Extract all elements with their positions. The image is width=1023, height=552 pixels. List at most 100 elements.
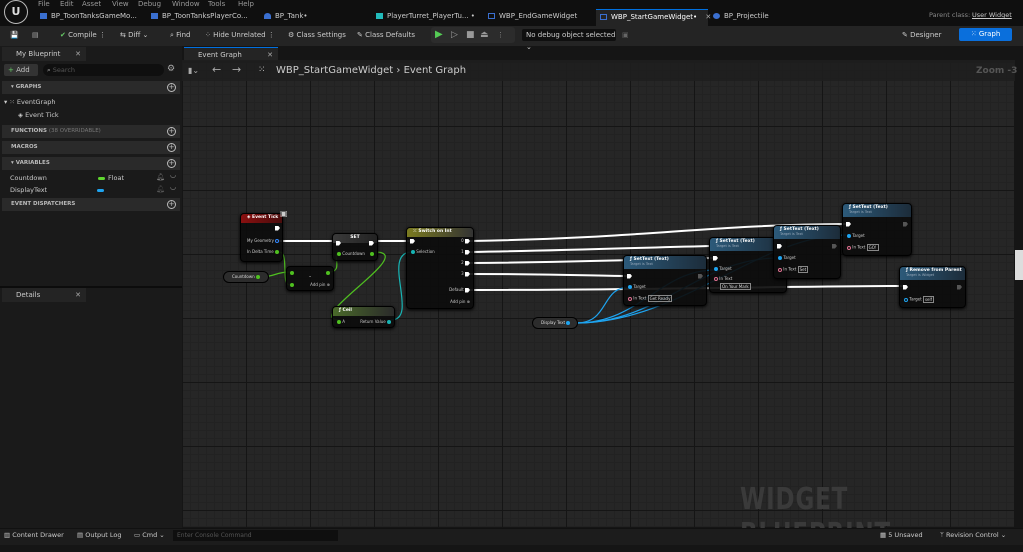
in-text-pin[interactable]: In Text Set <box>778 266 809 273</box>
pin-label: In Text <box>852 244 866 250</box>
exec-in-pin[interactable] <box>627 273 632 279</box>
exec-in-pin[interactable] <box>903 284 908 290</box>
in-text-pin[interactable]: In Text Get Ready <box>628 295 673 302</box>
content-drawer-button[interactable]: ▥ Content Drawer <box>4 531 64 539</box>
exec-in-pin[interactable] <box>336 240 341 246</box>
node-title: Display Text <box>541 320 566 325</box>
in-text-value[interactable]: Set <box>797 266 809 273</box>
return-value-pin[interactable]: Return Value <box>360 319 391 324</box>
my-geometry-pin[interactable]: My Geometry <box>247 238 280 243</box>
console-input[interactable]: Enter Console Command <box>173 530 338 541</box>
exec-out-pin[interactable] <box>957 284 962 290</box>
pin-label: Default <box>449 287 464 292</box>
revision-control-button[interactable]: ᛘ Revision Control ⌄ <box>940 531 1006 539</box>
node-settext-get-ready[interactable]: ƒ SetText (Text) Target is Text Target In… <box>623 255 707 306</box>
node-settext-set[interactable]: ƒ SetText (Text) Target is Text Target In… <box>773 225 841 279</box>
exec-in-pin[interactable] <box>846 221 851 227</box>
pin-label: My Geometry <box>247 238 275 243</box>
node-set[interactable]: SET Countdown <box>332 233 378 261</box>
pin-label: 0 <box>461 238 464 243</box>
exec-in-pin[interactable] <box>410 238 415 244</box>
add-pin-button[interactable]: Add pin ⊕ <box>310 282 330 287</box>
delta-time-pin[interactable]: In Delta Time <box>247 249 279 254</box>
monitor-icon: ▣ <box>280 209 288 218</box>
in-text-value[interactable]: Get Ready <box>647 295 673 302</box>
node-title: Event Tick <box>252 215 279 220</box>
pin-label: In Text <box>783 266 797 272</box>
drawer-icon: ▥ <box>4 531 11 539</box>
terminal-icon: ▭ <box>134 531 141 539</box>
output-log-label: Output Log <box>85 531 122 539</box>
add-pin-button[interactable]: Add pin ⊕ <box>450 299 470 304</box>
unsaved-button[interactable]: ▦ 5 Unsaved <box>880 531 923 539</box>
case-0-pin[interactable]: 0 <box>461 238 470 244</box>
pin-label: Target <box>719 266 732 271</box>
cmd-dropdown[interactable]: ▭ Cmd ⌄ <box>134 531 165 539</box>
input-pin[interactable] <box>290 270 294 275</box>
exec-out-pin[interactable] <box>275 225 280 231</box>
node-remove-from-parent[interactable]: ƒ Remove from Parent Target is Widget Tar… <box>899 266 966 308</box>
node-subtract[interactable]: - Add pin ⊕ <box>286 266 334 291</box>
node-switch-on-int[interactable]: ⁙ Switch on Int Selection 0 1 2 3 Defaul… <box>406 227 474 309</box>
unsaved-label: 5 Unsaved <box>888 531 923 539</box>
pin-label: Return Value <box>360 319 386 324</box>
in-text-pin[interactable]: In Text GO! <box>847 244 879 251</box>
case-3-pin[interactable]: 3 <box>461 271 470 277</box>
node-title: Countdown <box>232 274 255 279</box>
output-pin[interactable] <box>326 270 330 275</box>
exec-out-pin[interactable] <box>903 221 908 227</box>
node-title: Switch on Int <box>418 229 452 234</box>
case-1-pin[interactable]: 1 <box>461 249 470 255</box>
exec-out-pin[interactable] <box>832 243 837 249</box>
exec-out-pin[interactable] <box>698 273 703 279</box>
scrollbar[interactable] <box>1015 250 1023 280</box>
pin-label: In Delta Time <box>247 249 274 254</box>
input-pin[interactable] <box>290 282 294 287</box>
node-countdown-get[interactable]: Countdown <box>223 271 269 283</box>
graph-icon: ⁙ <box>258 65 266 75</box>
breadcrumb-root[interactable]: WBP_StartGameWidget <box>276 65 393 76</box>
target-pin[interactable]: Target <box>847 233 865 238</box>
breadcrumb-leaf: Event Graph <box>403 65 467 76</box>
exec-out-pin[interactable] <box>369 240 374 246</box>
in-text-value[interactable]: GO! <box>866 244 879 251</box>
breadcrumb: WBP_StartGameWidget › Event Graph <box>276 65 467 76</box>
case-2-pin[interactable]: 2 <box>461 260 470 266</box>
in-text-value[interactable]: On Your Mark <box>720 283 751 290</box>
bookmark-icon[interactable]: ▮⌄ <box>188 66 199 75</box>
add-pin-label: Add pin <box>450 299 466 304</box>
target-value[interactable]: self <box>922 296 935 303</box>
exec-wire <box>469 273 629 277</box>
pin-label: In Text <box>633 295 647 301</box>
output-log-button[interactable]: ▤ Output Log <box>77 531 122 539</box>
exec-in-pin[interactable] <box>713 255 718 261</box>
a-pin[interactable]: A <box>337 319 345 324</box>
back-arrow-icon[interactable]: ← <box>212 63 221 76</box>
node-display-text-get[interactable]: Display Text <box>532 317 578 329</box>
exec-in-pin[interactable] <box>777 243 782 249</box>
target-pin[interactable]: Target <box>778 255 796 260</box>
pin-label: Countdown <box>342 251 365 256</box>
revision-control-label: Revision Control <box>945 531 999 539</box>
node-subtitle: Target is Text <box>630 262 653 266</box>
default-pin[interactable]: Default <box>449 287 470 293</box>
selection-pin[interactable]: Selection <box>411 249 435 254</box>
pin-label: A <box>342 319 346 324</box>
target-pin[interactable]: Target <box>628 284 646 289</box>
node-header: ƒ Ceil <box>333 307 394 316</box>
target-pin[interactable]: Target <box>714 266 732 271</box>
node-ceil[interactable]: ƒ Ceil A Return Value <box>332 306 395 328</box>
node-header: ⁙ Switch on Int <box>407 228 473 237</box>
node-settext-go[interactable]: ƒ SetText (Text) Target is Text Target In… <box>842 203 912 256</box>
in-text-pin[interactable]: In Text <box>714 276 732 281</box>
output-pin[interactable] <box>370 251 374 256</box>
node-title: Ceil <box>342 308 352 313</box>
node-event-tick[interactable]: ◈ Event Tick My Geometry In Delta Time <box>240 213 283 262</box>
pin-label: 3 <box>461 271 464 276</box>
target-pin[interactable]: Target self <box>904 296 935 303</box>
pin-label: Target <box>633 284 646 289</box>
countdown-pin[interactable]: Countdown <box>337 251 365 256</box>
zoom-level: Zoom -3 <box>976 66 1018 76</box>
forward-arrow-icon[interactable]: → <box>232 63 241 76</box>
node-subtitle: Target is Text <box>849 210 872 214</box>
